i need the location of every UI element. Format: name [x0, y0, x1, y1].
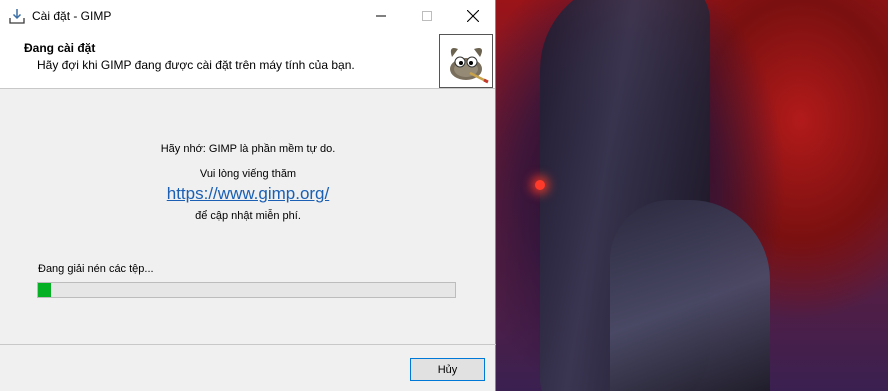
- gimp-logo: [439, 34, 493, 88]
- gimp-wilber-icon: [450, 48, 489, 84]
- minimize-button[interactable]: [358, 0, 404, 31]
- page-title: Đang cài đặt: [24, 41, 96, 55]
- minimize-icon: [376, 15, 386, 16]
- maximize-button[interactable]: [404, 0, 450, 31]
- close-icon: [467, 9, 479, 22]
- footer-divider: [0, 344, 496, 345]
- maximize-icon: [422, 10, 432, 21]
- window-title: Cài đặt - GIMP: [32, 8, 112, 23]
- page-subtitle: Hãy đợi khi GIMP đang được cài đặt trên …: [37, 58, 355, 72]
- title-bar[interactable]: Cài đặt - GIMP: [0, 0, 495, 31]
- progress-status: Đang giải nén các tệp...: [38, 263, 154, 275]
- progress-bar: [37, 282, 456, 298]
- progress-bar-fill: [38, 283, 51, 297]
- reminder-text: Hãy nhớ: GIMP là phần mềm tự do.: [160, 143, 336, 155]
- installer-window: Cài đặt - GIMP Đang cài đặt Hãy đợi khi …: [0, 0, 496, 391]
- wizard-header: Đang cài đặt Hãy đợi khi GIMP đang được …: [0, 31, 495, 89]
- installer-download-icon: [9, 8, 25, 24]
- wallpaper-armor-shoulder: [610, 200, 770, 391]
- visit-text: Vui lòng viếng thăm: [199, 168, 297, 180]
- wallpaper-glow-light: [535, 180, 545, 190]
- cancel-button[interactable]: Hủy: [410, 358, 485, 381]
- gimp-website-link[interactable]: https://www.gimp.org/: [0, 184, 496, 204]
- update-text: để cập nhật miễn phí.: [195, 210, 301, 222]
- close-button[interactable]: [450, 0, 496, 31]
